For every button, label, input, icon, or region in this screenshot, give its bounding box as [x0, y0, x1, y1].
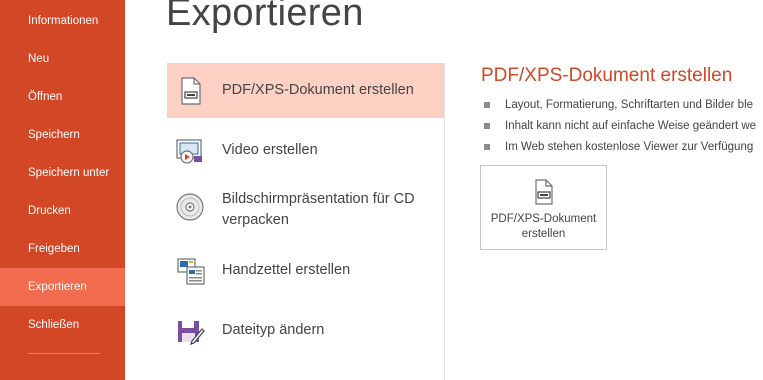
create-pdf-xps-button[interactable]: PDF/XPS-Dokument erstellen — [480, 165, 607, 250]
video-icon — [175, 135, 205, 167]
backstage-sidebar: Informationen Neu Öffnen Speichern Speic… — [0, 0, 125, 380]
nav-neu[interactable]: Neu — [0, 40, 125, 78]
bullet-marker — [484, 102, 490, 108]
bullet-text: Im Web stehen kostenlose Viewer zur Verf… — [505, 141, 754, 153]
option-label: PDF/XPS-Dokument erstellen — [222, 82, 414, 98]
detail-bullet: Im Web stehen kostenlose Viewer zur Verf… — [481, 137, 763, 158]
detail-bullet: Inhalt kann nicht auf einfache Weise geä… — [481, 116, 763, 137]
nav-schliessen[interactable]: Schließen — [0, 306, 125, 344]
option-label: Dateityp ändern — [222, 322, 325, 338]
bullet-text: Layout, Formatierung, Schriftarten und B… — [505, 99, 754, 111]
nav-informationen[interactable]: Informationen — [0, 2, 125, 40]
pdf-document-icon — [175, 75, 205, 107]
bullet-text: Inhalt kann nicht auf einfache Weise geä… — [505, 120, 757, 132]
file-type-icon — [175, 315, 205, 347]
bullet-marker — [484, 144, 490, 150]
option-video[interactable]: Video erstellen — [167, 123, 444, 178]
sidebar-divider — [28, 353, 100, 354]
nav-speichern[interactable]: Speichern — [0, 116, 125, 154]
handout-icon — [175, 255, 205, 287]
page-title: Exportieren — [166, 0, 364, 34]
option-handout[interactable]: Handzettel erstellen — [167, 243, 444, 298]
option-file-type[interactable]: Dateityp ändern — [167, 303, 444, 358]
bullet-marker — [484, 123, 490, 129]
create-button-label: PDF/XPS-Dokument erstellen — [490, 213, 597, 240]
cd-icon — [175, 191, 205, 223]
option-label: Bildschirmpräsentation für CD verpacken — [222, 191, 415, 228]
detail-bullet: Layout, Formatierung, Schriftarten und B… — [481, 95, 763, 116]
detail-title: PDF/XPS-Dokument erstellen — [481, 65, 733, 86]
pane-divider — [444, 63, 445, 380]
nav-speichern-unter[interactable]: Speichern unter — [0, 154, 125, 192]
nav-freigeben[interactable]: Freigeben — [0, 230, 125, 268]
option-cd[interactable]: Bildschirmpräsentation für CD verpacken — [167, 183, 444, 243]
option-label: Handzettel erstellen — [222, 262, 351, 278]
nav-exportieren[interactable]: Exportieren — [0, 268, 125, 306]
pdf-document-icon — [533, 178, 555, 206]
option-label: Video erstellen — [222, 142, 318, 158]
detail-bullets: Layout, Formatierung, Schriftarten und B… — [481, 95, 763, 158]
nav-drucken[interactable]: Drucken — [0, 192, 125, 230]
nav-oeffnen[interactable]: Öffnen — [0, 78, 125, 116]
option-pdf-xps[interactable]: PDF/XPS-Dokument erstellen — [167, 63, 444, 118]
